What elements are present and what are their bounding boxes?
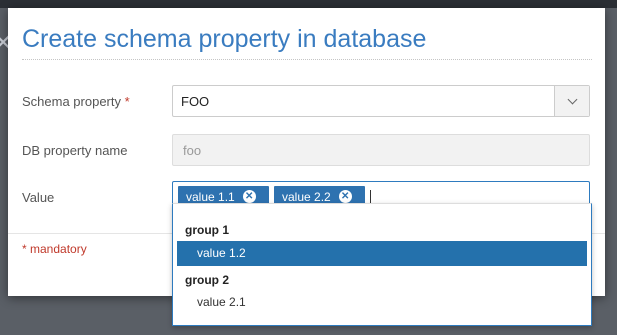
db-property-name-input[interactable] <box>172 134 590 166</box>
modal-header: Create schema property in database <box>8 8 605 60</box>
modal-title: Create schema property in database <box>22 25 427 53</box>
chevron-down-icon <box>567 94 577 104</box>
option-item[interactable]: value 1.2 <box>177 241 587 266</box>
mandatory-text: mandatory <box>26 242 87 256</box>
schema-property-label-text: Schema property <box>22 94 121 109</box>
schema-property-dropdown-button[interactable] <box>554 86 589 116</box>
option-group-label: group 2 <box>185 273 229 287</box>
backdrop-bar <box>0 0 617 8</box>
option-item[interactable]: value 2.1 <box>177 290 587 315</box>
option-group-label: group 1 <box>185 223 229 237</box>
schema-property-select[interactable]: FOO <box>172 85 590 117</box>
required-marker: * <box>124 94 130 109</box>
remove-tag-icon[interactable]: ✕ <box>338 190 352 203</box>
value-tag-label: value 2.2 <box>282 189 331 204</box>
mandatory-note: * mandatory <box>22 242 87 256</box>
value-options-dropdown: group 1 value 1.2 group 2 value 2.1 <box>172 203 592 326</box>
schema-property-value: FOO <box>181 94 210 109</box>
remove-tag-icon[interactable]: ✕ <box>242 190 256 203</box>
value-tag-label: value 1.1 <box>186 189 235 204</box>
db-property-name-label: DB property name <box>22 143 128 158</box>
header-divider <box>22 59 592 60</box>
value-label: Value <box>22 190 55 205</box>
schema-property-label: Schema property * <box>22 94 130 109</box>
